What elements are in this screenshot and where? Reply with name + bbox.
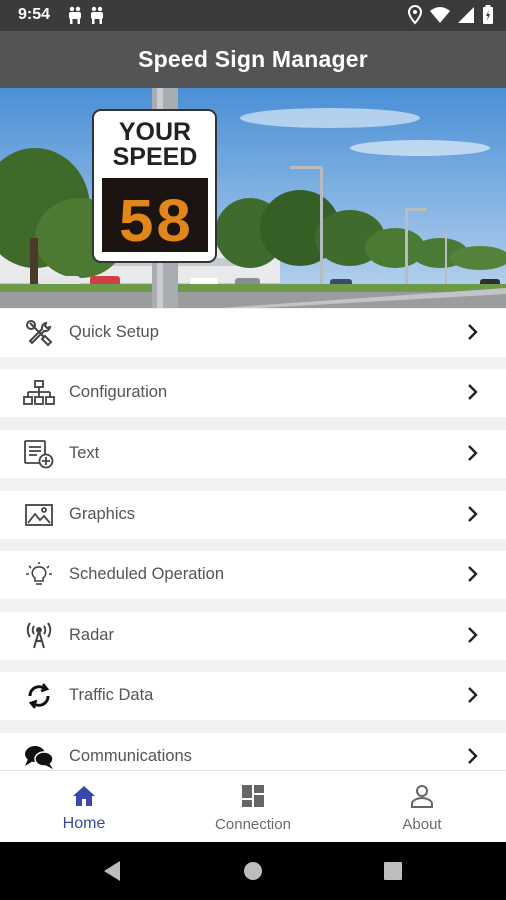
- menu-list: Quick Setup Configuration Text Graphics …: [0, 308, 506, 770]
- menu-item-label: Traffic Data: [69, 686, 154, 704]
- dashboard-icon: [240, 783, 266, 809]
- menu-item-label: Configuration: [69, 383, 168, 401]
- person-icon: [409, 783, 435, 809]
- menu-item-text[interactable]: Text: [0, 430, 506, 478]
- menu-item-label: Scheduled Operation: [69, 565, 225, 583]
- nav-tab-connection[interactable]: Connection: [169, 771, 337, 843]
- chevron-right-icon: [466, 381, 480, 403]
- app-bar: Speed Sign Manager: [0, 31, 506, 88]
- menu-item-quick-setup[interactable]: Quick Setup: [0, 309, 506, 357]
- bottom-navigation: Home Connection About: [0, 770, 506, 843]
- family-icon: [66, 5, 110, 30]
- back-icon[interactable]: [102, 860, 122, 887]
- chevron-right-icon: [466, 442, 480, 464]
- sign-text-line1: YOUR: [119, 118, 191, 146]
- battery-icon: [482, 5, 494, 30]
- nav-home-label: Home: [62, 815, 106, 832]
- hierarchy-icon: [23, 379, 55, 407]
- chevron-right-icon: [466, 503, 480, 525]
- chevron-right-icon: [466, 321, 480, 343]
- system-navigation-bar: [0, 842, 506, 900]
- menu-item-traffic-data[interactable]: Traffic Data: [0, 672, 506, 720]
- signal-icon: [458, 6, 474, 29]
- app-title: Speed Sign Manager: [138, 46, 368, 72]
- menu-item-graphics[interactable]: Graphics: [0, 491, 506, 539]
- chevron-right-icon: [466, 745, 480, 767]
- menu-item-label: Quick Setup: [69, 323, 159, 341]
- chevron-right-icon: [466, 684, 480, 706]
- menu-item-scheduled-operation[interactable]: Scheduled Operation: [0, 551, 506, 599]
- chevron-right-icon: [466, 563, 480, 585]
- menu-item-label: Radar: [69, 626, 114, 644]
- radar-antenna-icon: [23, 622, 55, 650]
- hero-image: YOUR SPEED 58: [0, 88, 506, 308]
- sign-speed-display: 58: [118, 189, 192, 260]
- location-icon: [407, 4, 423, 30]
- menu-item-radar[interactable]: Radar: [0, 612, 506, 660]
- nav-connection-label: Connection: [215, 816, 291, 833]
- image-icon: [23, 501, 55, 529]
- menu-item-communications[interactable]: Communications: [0, 733, 506, 770]
- menu-item-configuration[interactable]: Configuration: [0, 369, 506, 417]
- menu-item-label: Text: [69, 444, 100, 462]
- nav-tab-about[interactable]: About: [338, 771, 506, 843]
- lightbulb-icon: [23, 561, 55, 589]
- menu-item-label: Graphics: [69, 505, 136, 523]
- nav-tab-home[interactable]: Home: [0, 771, 168, 843]
- home-icon: [71, 783, 97, 809]
- chat-bubbles-icon: [23, 743, 55, 770]
- wifi-icon: [430, 6, 450, 29]
- nav-about-label: About: [402, 816, 442, 833]
- sign-text-line2: SPEED: [113, 143, 198, 171]
- status-bar: 9:54: [0, 0, 506, 31]
- text-add-icon: [23, 440, 55, 469]
- chevron-right-icon: [466, 624, 480, 646]
- recents-icon[interactable]: [384, 862, 402, 885]
- home-circle-icon[interactable]: [243, 861, 263, 886]
- tools-icon: [23, 319, 55, 347]
- status-time: 9:54: [18, 6, 51, 23]
- menu-item-label: Communications: [69, 747, 192, 765]
- sync-icon: [23, 682, 55, 710]
